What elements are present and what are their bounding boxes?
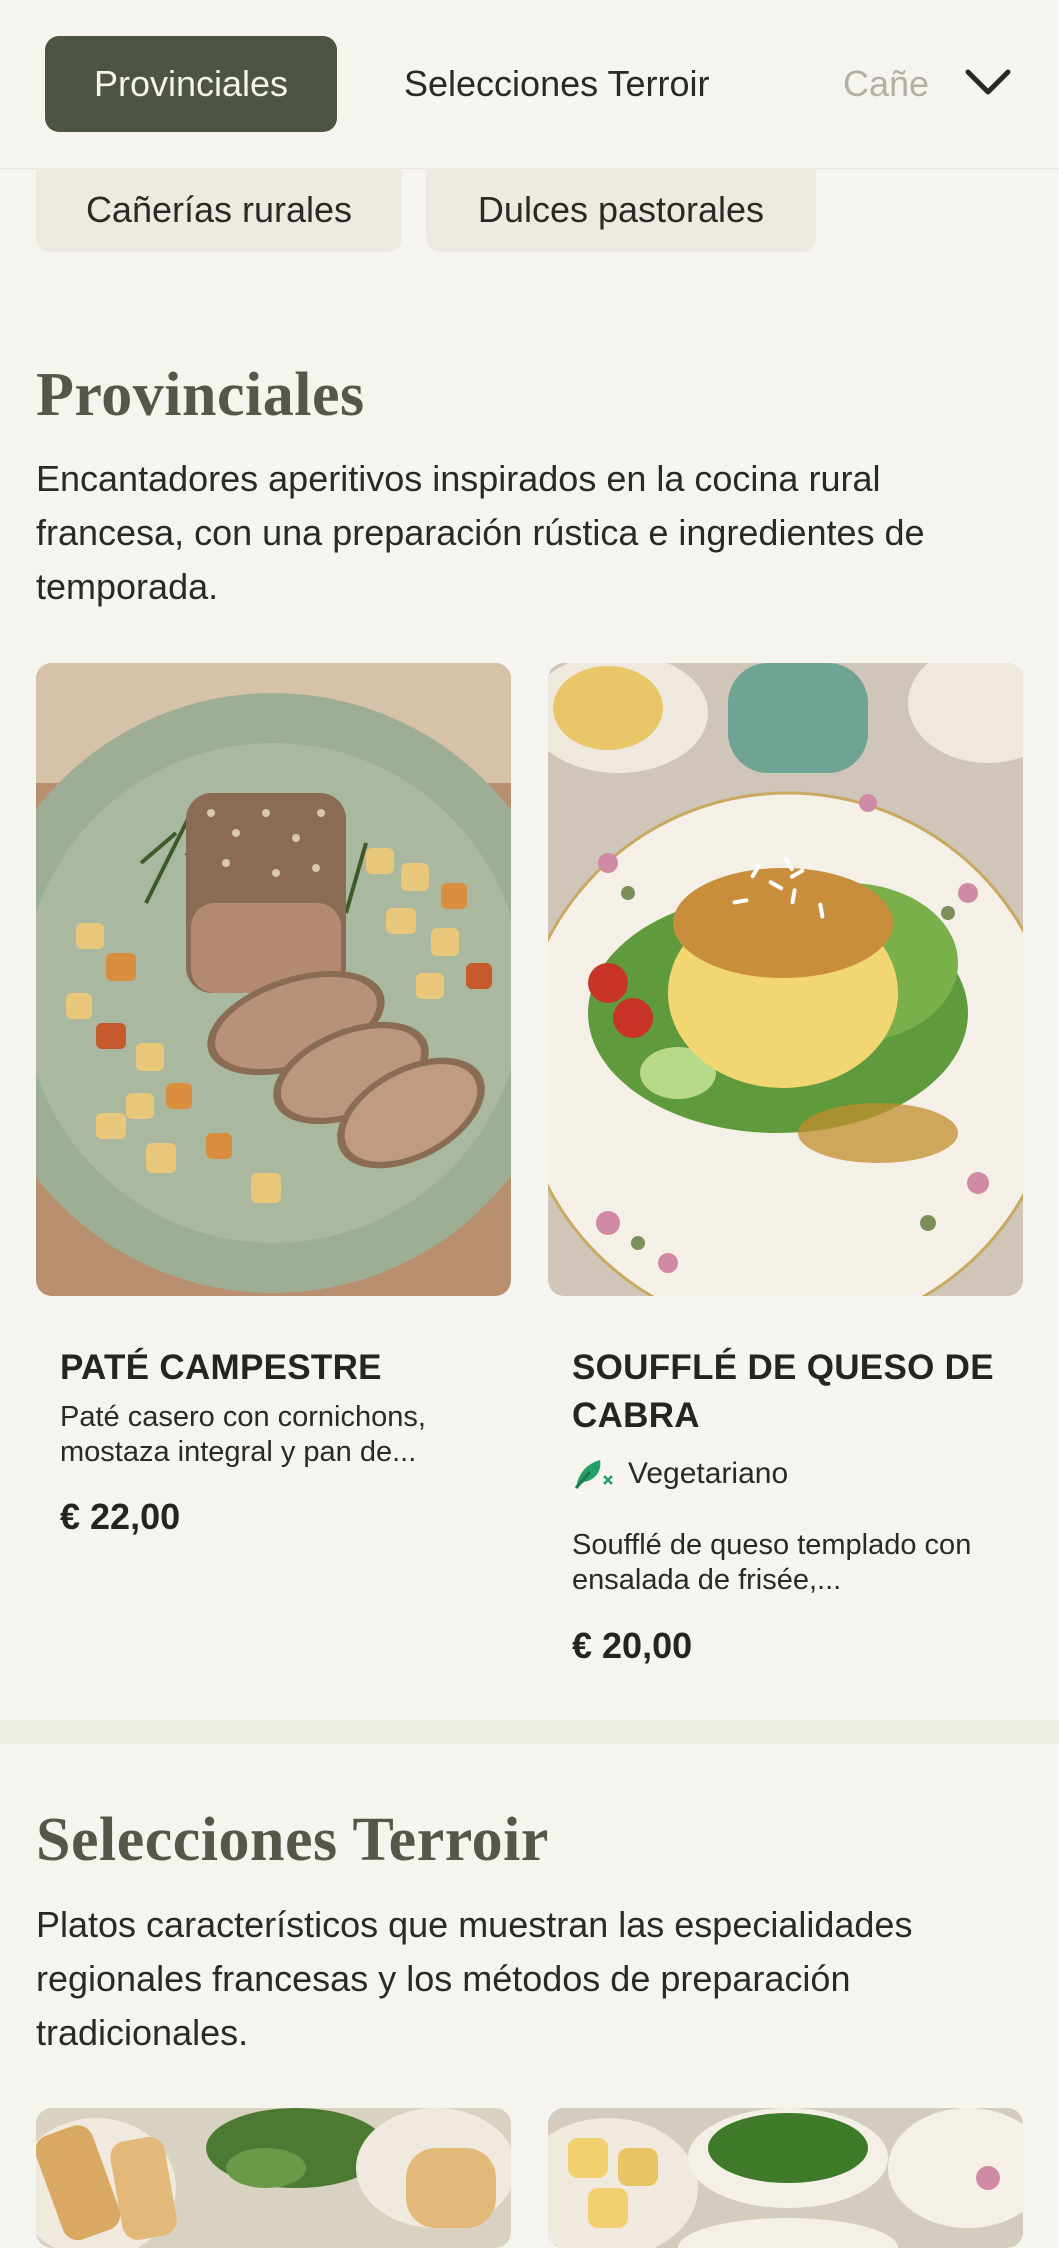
chip-dulces-pastorales[interactable]: Dulces pastorales	[426, 168, 816, 252]
item-description: Soufflé de queso templado con ensalada d…	[572, 1529, 972, 1596]
category-nav: Provinciales Selecciones Terroir Cañe	[0, 0, 1059, 169]
tab-canerias-partial[interactable]: Cañe	[843, 36, 953, 132]
section-description-selecciones-terroir: Platos característicos que muestran las …	[36, 1904, 913, 2053]
badge-label: Vegetariano	[628, 1457, 789, 1490]
item-description: Paté casero con cornichons, mostaza inte…	[60, 1401, 426, 1468]
vegetarian-leaf-icon	[574, 1460, 613, 1489]
item-price: € 22,00	[60, 1496, 181, 1537]
chip-canerias-rurales[interactable]: Cañerías rurales	[36, 168, 402, 252]
section-title-selecciones-terroir: Selecciones Terroir	[36, 1806, 549, 1874]
section-title-provinciales: Provinciales	[36, 361, 365, 429]
pate-plate-image[interactable]	[36, 663, 511, 1296]
tab-provinciales[interactable]: Provinciales	[45, 36, 337, 132]
bread-herbs-image[interactable]	[36, 2108, 511, 2248]
item-name: PATÉ CAMPESTRE	[60, 1348, 382, 1387]
section-description-provinciales: Encantadores aperitivos inspirados en la…	[36, 458, 925, 607]
section-divider	[0, 1720, 1059, 1744]
vegetarian-badge: Vegetariano	[572, 1454, 788, 1494]
souffle-plate-image[interactable]	[548, 663, 1023, 1296]
chevron-down-icon[interactable]	[960, 58, 1016, 106]
potatoes-salad-image[interactable]	[548, 2108, 1023, 2248]
item-price: € 20,00	[572, 1625, 693, 1666]
tab-selecciones-terroir[interactable]: Selecciones Terroir	[384, 36, 884, 132]
item-name: SOUFFLÉ DE QUESO DE CABRA	[572, 1348, 994, 1435]
